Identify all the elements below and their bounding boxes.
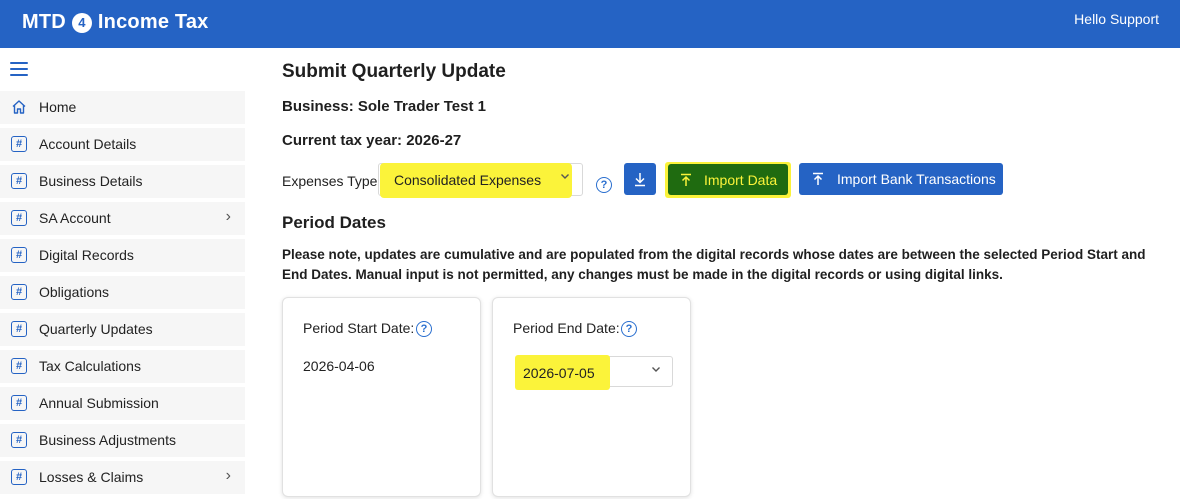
app-logo[interactable]: MTD 4 Income Tax	[22, 11, 208, 34]
chevron-right-icon: ›	[225, 467, 231, 484]
sidebar-item-tax-calculations[interactable]: # Tax Calculations	[0, 350, 245, 383]
period-start-value: 2026-04-06	[303, 358, 375, 374]
chevron-right-icon: ›	[225, 208, 231, 225]
expenses-type-value: Consolidated Expenses	[394, 172, 542, 188]
hash-icon: #	[11, 247, 27, 263]
sidebar-item-quarterly-updates[interactable]: # Quarterly Updates	[0, 313, 245, 346]
hash-icon: #	[11, 210, 27, 226]
upload-icon	[813, 172, 823, 185]
help-icon[interactable]: ?	[596, 177, 612, 193]
sidebar-item-digital-records[interactable]: # Digital Records	[0, 239, 245, 272]
sidebar-item-sa-account[interactable]: # SA Account ›	[0, 202, 245, 235]
hash-icon: #	[11, 173, 27, 189]
period-note: Please note, updates are cumulative and …	[282, 247, 1146, 282]
sidebar-item-home[interactable]: Home	[0, 91, 245, 124]
sidebar: Home # Account Details # Business Detail…	[0, 48, 245, 499]
brand-badge: 4	[71, 12, 92, 33]
business-name: Business: Sole Trader Test 1	[282, 98, 486, 115]
sidebar-item-label: Annual Submission	[39, 395, 159, 411]
current-tax-year: Current tax year: 2026-27	[282, 132, 462, 149]
home-icon	[12, 100, 26, 114]
hash-icon: #	[11, 395, 27, 411]
hash-icon: #	[11, 358, 27, 374]
period-end-label: Period End Date:	[513, 320, 620, 336]
sidebar-item-business-adjustments[interactable]: # Business Adjustments	[0, 424, 245, 457]
import-data-label: Import Data	[704, 171, 778, 188]
chevron-down-icon	[651, 362, 661, 377]
hash-icon: #	[11, 136, 27, 152]
sidebar-item-business-details[interactable]: # Business Details	[0, 165, 245, 198]
sidebar-item-label: Losses & Claims	[39, 469, 144, 485]
sidebar-item-label: Business Adjustments	[39, 432, 176, 448]
sidebar-item-annual-submission[interactable]: # Annual Submission	[0, 387, 245, 420]
period-start-label: Period Start Date:	[303, 320, 415, 336]
hash-icon: #	[11, 469, 27, 485]
hash-icon: #	[11, 321, 27, 337]
sidebar-item-label: Digital Records	[39, 247, 134, 263]
help-icon[interactable]: ?	[621, 321, 637, 337]
sidebar-item-label: Quarterly Updates	[39, 321, 153, 337]
brand-left: MTD	[22, 11, 66, 33]
brand-right: Income Tax	[97, 11, 209, 33]
sidebar-item-label: Account Details	[39, 136, 137, 152]
sidebar-item-losses-claims[interactable]: # Losses & Claims ›	[0, 461, 245, 494]
sidebar-item-obligations[interactable]: # Obligations	[0, 276, 245, 309]
hash-icon: #	[11, 284, 27, 300]
expenses-type-label: Expenses Type:	[282, 173, 382, 189]
top-bar: MTD 4 Income Tax Hello Support	[0, 0, 1180, 48]
download-button[interactable]	[624, 163, 656, 195]
sidebar-item-label: Obligations	[39, 284, 110, 300]
sidebar-item-label: Business Details	[39, 173, 143, 189]
download-icon	[635, 173, 645, 187]
upload-icon	[681, 173, 691, 186]
import-bank-transactions-button[interactable]: Import Bank Transactions	[799, 163, 1003, 195]
hamburger-menu-icon[interactable]	[10, 62, 28, 76]
sidebar-item-label: SA Account	[39, 210, 111, 226]
sidebar-item-account-details[interactable]: # Account Details	[0, 128, 245, 161]
period-dates-heading: Period Dates	[282, 213, 386, 232]
sidebar-item-label: Home	[39, 99, 77, 115]
page-title: Submit Quarterly Update	[282, 61, 506, 82]
help-icon[interactable]: ?	[416, 321, 432, 337]
chevron-down-icon	[560, 169, 570, 184]
import-bank-transactions-label: Import Bank Transactions	[837, 171, 996, 187]
hash-icon: #	[11, 432, 27, 448]
user-greeting[interactable]: Hello Support	[1074, 11, 1159, 27]
period-end-value: 2026-07-05	[523, 365, 595, 381]
import-data-button[interactable]: Import Data	[668, 164, 788, 195]
sidebar-item-label: Tax Calculations	[39, 358, 141, 374]
